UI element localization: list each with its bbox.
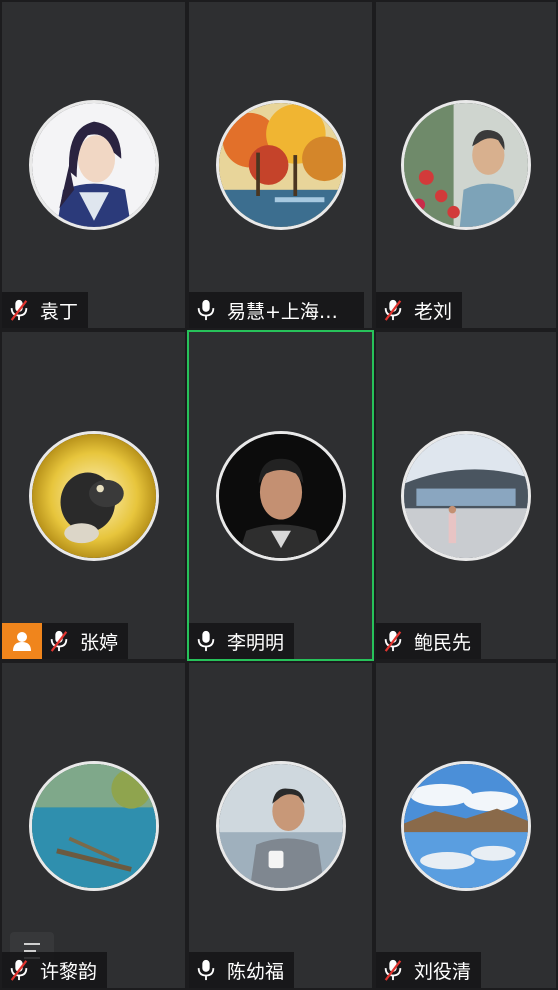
participant-tile[interactable]: 易慧+上海音…	[187, 0, 374, 330]
mic-icon[interactable]	[195, 958, 217, 982]
elderly-man-flowers-icon	[401, 100, 531, 230]
video-grid: 袁丁 易慧+上海音… 老刘 张婷 李明明 鲍民先 许黎韵 陈幼福 刘役清	[0, 0, 558, 990]
mic-muted-icon[interactable]	[8, 958, 30, 982]
participant-name: 陈幼福	[227, 960, 285, 983]
person-icon	[13, 632, 31, 651]
participant-name: 许黎韵	[40, 960, 98, 983]
participant-tile[interactable]: 许黎韵	[0, 661, 187, 990]
menu-line	[24, 943, 40, 945]
name-tag: 刘役清	[376, 952, 482, 988]
monkey-icon	[28, 430, 159, 561]
participant-tile[interactable]: 袁丁	[0, 0, 187, 330]
participant-name: 易慧+上海音…	[227, 300, 354, 323]
name-tag: 许黎韵	[2, 952, 108, 988]
participant-tile[interactable]: 鲍民先	[374, 330, 558, 661]
participant-tile[interactable]: 刘役清	[374, 661, 558, 990]
name-tag: 老刘	[376, 292, 463, 328]
mic-icon[interactable]	[195, 298, 217, 322]
name-tag: 李明明	[189, 623, 295, 659]
autumn-painting-icon	[215, 100, 346, 230]
host-badge	[2, 623, 42, 659]
participant-name: 刘役清	[414, 960, 472, 983]
name-tag: 陈幼福	[189, 952, 295, 988]
participant-tile[interactable]: 张婷	[0, 330, 187, 661]
participant-name: 张婷	[80, 631, 119, 654]
mic-muted-icon[interactable]	[48, 629, 70, 653]
anime-swordsman-icon	[28, 100, 159, 230]
name-tag: 袁丁	[2, 292, 89, 328]
mic-muted-icon[interactable]	[382, 958, 404, 982]
participant-tile-active[interactable]: 李明明	[187, 330, 374, 661]
mic-muted-icon[interactable]	[382, 629, 404, 653]
participant-name: 李明明	[227, 631, 285, 654]
building-person-icon	[401, 430, 531, 561]
participant-name: 老刘	[414, 300, 453, 323]
mountain-lake-icon	[401, 760, 531, 891]
name-tag: 张婷	[42, 623, 129, 659]
participant-tile[interactable]: 陈幼福	[187, 661, 374, 990]
participant-tile[interactable]: 老刘	[374, 0, 558, 330]
name-tag: 鲍民先	[376, 623, 482, 659]
lake-tree-icon	[28, 760, 159, 891]
name-tag: 易慧+上海音…	[189, 292, 364, 328]
participant-name: 鲍民先	[414, 631, 472, 654]
man-portrait-icon	[215, 430, 346, 561]
participant-name: 袁丁	[40, 300, 79, 323]
mic-muted-icon[interactable]	[8, 298, 30, 322]
mic-muted-icon[interactable]	[382, 298, 404, 322]
man-with-cup-icon	[215, 760, 346, 891]
mic-icon[interactable]	[195, 629, 217, 653]
